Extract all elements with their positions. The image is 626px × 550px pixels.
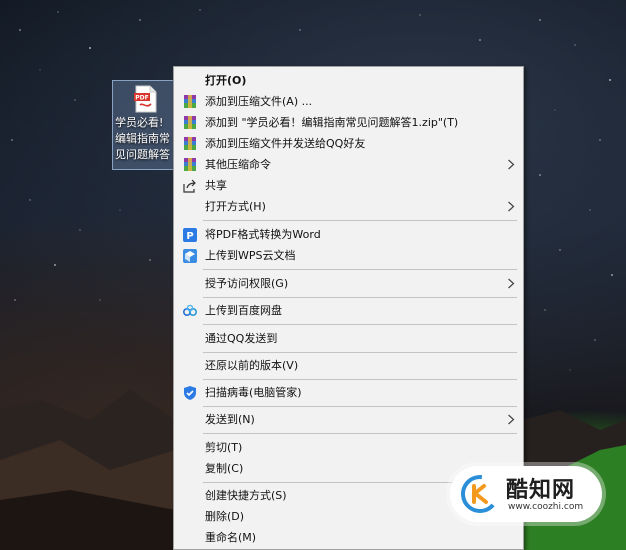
menu-item-label: 上传到百度网盘 (205, 304, 282, 317)
menu-item-label: 其他压缩命令 (205, 158, 271, 171)
pdf-file-icon: PDF (134, 85, 157, 113)
menu-item-label: 打开(O) (205, 74, 247, 87)
baidu-netdisk-icon (182, 304, 198, 317)
menu-item-label: 添加到 "学员必看！编辑指南常见问题解答1.zip"(T) (205, 116, 459, 129)
menu-separator (203, 269, 517, 270)
watermark-name: 酷知网 (506, 478, 576, 503)
menu-item-label: 将PDF格式转换为Word (205, 228, 321, 241)
share-icon (183, 179, 196, 193)
file-name-line: 见问题解答 (115, 148, 170, 161)
menu-separator (203, 433, 517, 434)
menu-item-label: 授予访问权限(G) (205, 277, 289, 290)
coozhi-logo-icon (461, 475, 499, 513)
menu-separator (203, 379, 517, 380)
pdf-badge: PDF (135, 95, 148, 102)
menu-item-restore-versions[interactable]: 还原以前的版本(V) (174, 355, 523, 376)
svg-text:P: P (186, 231, 193, 242)
tencent-pc-manager-icon (184, 386, 196, 400)
menu-item-other-compress[interactable]: 其他压缩命令 (174, 154, 523, 175)
menu-separator (203, 297, 517, 298)
menu-item-open-with[interactable]: 打开方式(H) (174, 196, 523, 217)
menu-item-label: 通过QQ发送到 (205, 332, 278, 345)
menu-separator (203, 324, 517, 325)
menu-item-label: 创建快捷方式(S) (205, 489, 287, 502)
menu-item-rename[interactable]: 重命名(M) (174, 527, 523, 548)
chevron-right-icon (508, 201, 515, 212)
menu-item-archive-send-qq[interactable]: 添加到压缩文件并发送给QQ好友 (174, 133, 523, 154)
watermark-badge: 酷知网 www.coozhi.com (450, 466, 602, 522)
watermark-url: www.coozhi.com (508, 502, 584, 512)
menu-item-label: 共享 (205, 179, 227, 192)
menu-item-scan-virus[interactable]: 扫描病毒(电脑管家) (174, 382, 523, 403)
menu-item-label: 发送到(N) (205, 413, 255, 426)
menu-item-label: 打开方式(H) (205, 200, 266, 213)
menu-separator (203, 220, 517, 221)
menu-item-label: 添加到压缩文件并发送给QQ好友 (205, 137, 366, 150)
menu-item-label: 剪切(T) (205, 441, 243, 454)
menu-item-label: 删除(D) (205, 510, 245, 523)
file-name-line: 学员必看! (115, 116, 164, 129)
menu-item-label: 复制(C) (205, 462, 244, 475)
menu-item-cut[interactable]: 剪切(T) (174, 437, 523, 458)
winrar-archive-icon (184, 95, 196, 108)
menu-item-add-to-zip[interactable]: 添加到 "学员必看！编辑指南常见问题解答1.zip"(T) (174, 112, 523, 133)
menu-item-share[interactable]: 共享 (174, 175, 523, 196)
menu-separator (203, 406, 517, 407)
winrar-archive-icon (184, 116, 196, 129)
desktop-file-icon[interactable]: PDF 学员必看! 编辑指南常 见问题解答 (112, 80, 178, 170)
menu-item-open[interactable]: 打开(O) (174, 70, 523, 91)
file-name-line: 编辑指南常 (115, 132, 170, 145)
winrar-archive-icon (184, 137, 196, 150)
menu-item-send-via-qq[interactable]: 通过QQ发送到 (174, 328, 523, 349)
desktop-file-name: 学员必看! 编辑指南常 见问题解答 (115, 115, 177, 163)
menu-item-label: 添加到压缩文件(A) ... (205, 95, 313, 108)
wps-cloud-icon (183, 249, 197, 263)
menu-item-label: 还原以前的版本(V) (205, 359, 299, 372)
menu-item-pdf-to-word[interactable]: P 将PDF格式转换为Word (174, 224, 523, 245)
menu-item-label: 扫描病毒(电脑管家) (205, 386, 302, 399)
winrar-archive-icon (184, 158, 196, 171)
menu-separator (203, 352, 517, 353)
menu-item-add-to-archive[interactable]: 添加到压缩文件(A) ... (174, 91, 523, 112)
chevron-right-icon (508, 159, 515, 170)
menu-item-send-to[interactable]: 发送到(N) (174, 409, 523, 430)
chevron-right-icon (508, 278, 515, 289)
menu-item-upload-baidu[interactable]: 上传到百度网盘 (174, 300, 523, 321)
pdf-convert-icon: P (183, 228, 197, 242)
menu-item-label: 上传到WPS云文档 (205, 249, 296, 262)
menu-item-grant-access[interactable]: 授予访问权限(G) (174, 273, 523, 294)
chevron-right-icon (508, 414, 515, 425)
menu-item-upload-wps[interactable]: 上传到WPS云文档 (174, 245, 523, 266)
menu-item-label: 重命名(M) (205, 531, 257, 544)
